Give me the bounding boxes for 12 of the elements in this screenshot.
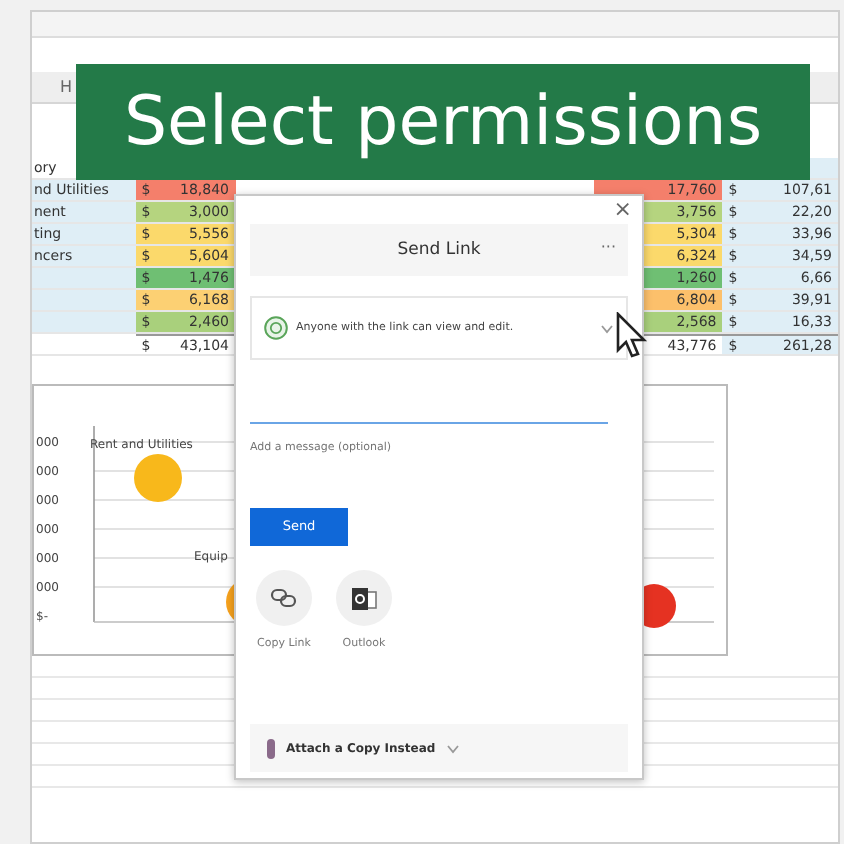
chevron-down-icon — [445, 743, 460, 753]
caption-banner: Select permissions — [76, 64, 810, 180]
dialog-title: Send Link — [397, 237, 481, 263]
mail-app-icon — [350, 585, 378, 611]
link-icon — [270, 588, 298, 608]
close-button[interactable]: × — [603, 196, 642, 224]
table-cell — [32, 268, 136, 288]
table-cell — [32, 312, 136, 332]
paperclip-icon — [266, 737, 276, 759]
chevron-down-icon — [600, 323, 614, 333]
chart-bubble — [134, 454, 182, 502]
table-cell — [32, 290, 136, 310]
